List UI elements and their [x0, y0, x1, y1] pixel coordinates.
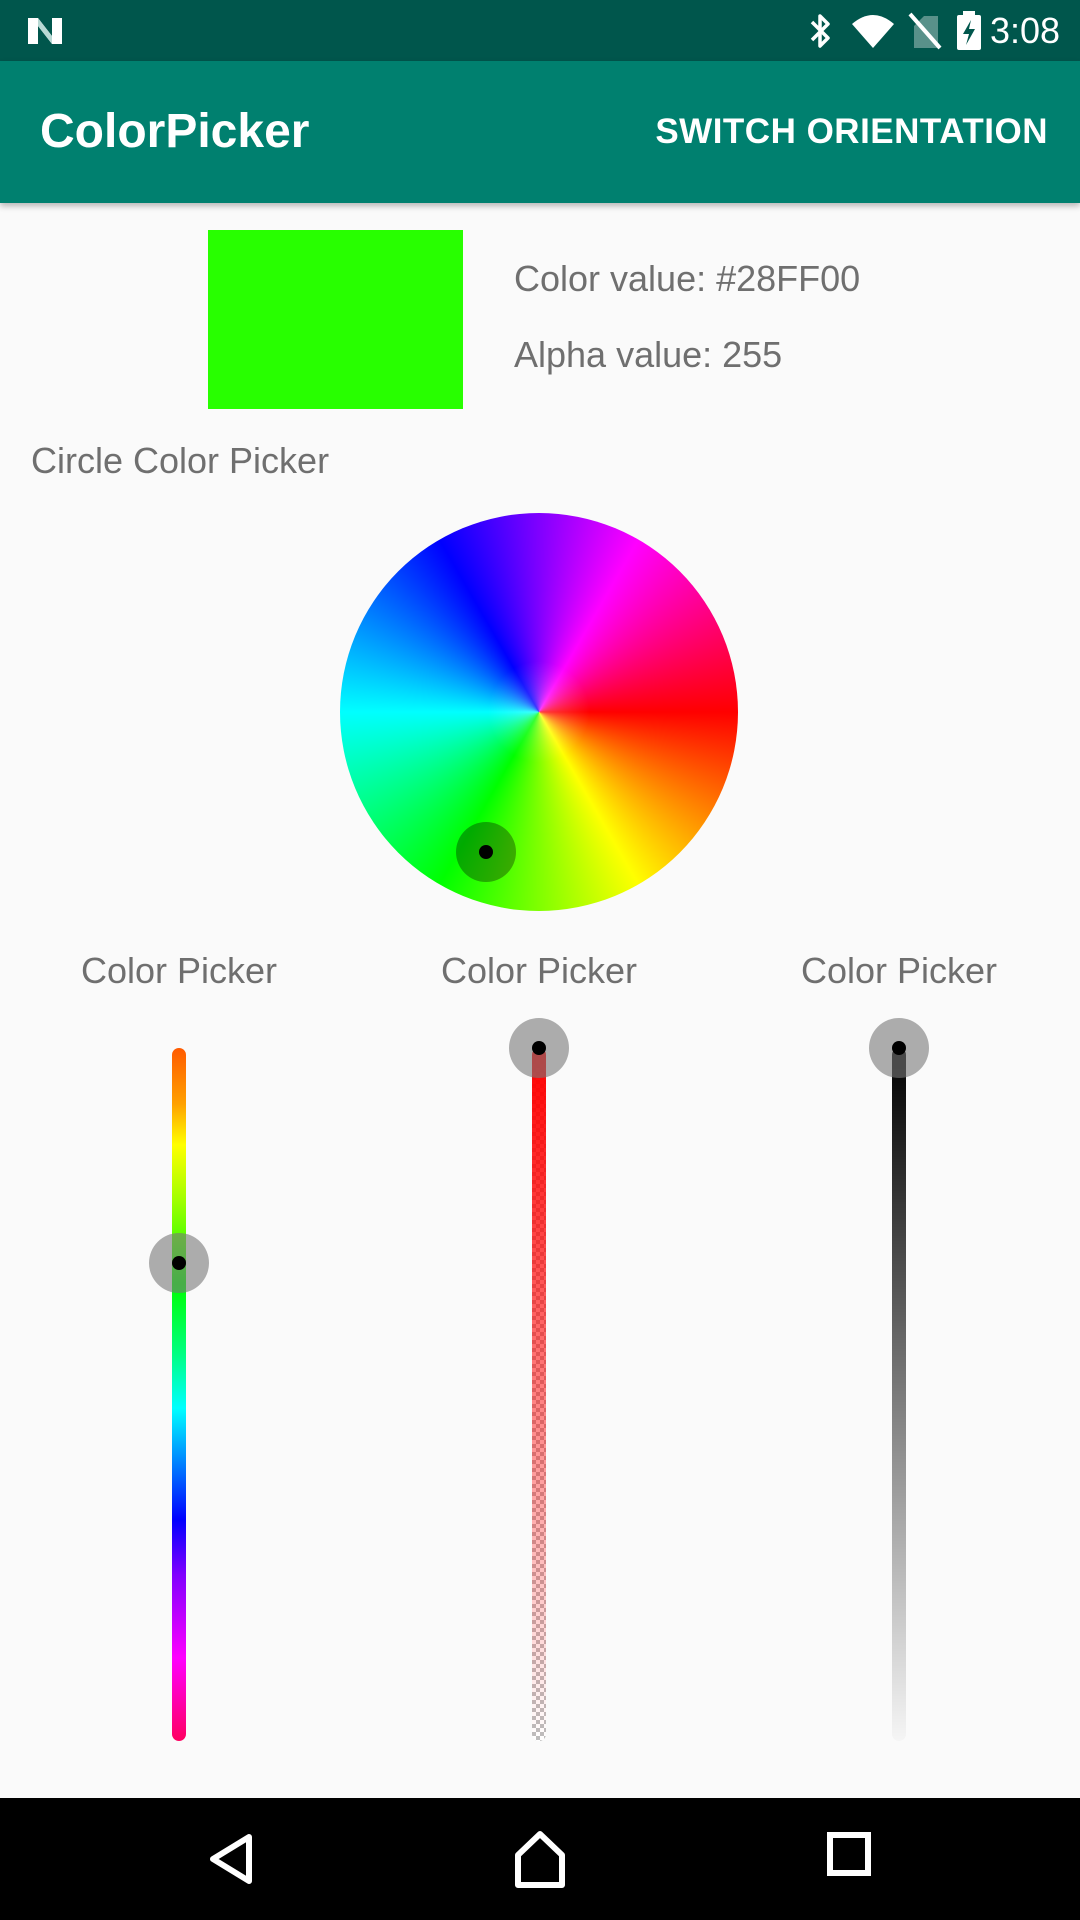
hue-slider-title: Color Picker — [80, 950, 278, 991]
hue-slider-thumb[interactable] — [149, 1232, 209, 1293]
screen: 3:08 ColorPicker SWITCH ORIENTATION Colo… — [0, 0, 1080, 1920]
wheel-center-fade — [340, 513, 738, 911]
circle-picker-title: Circle Color Picker — [31, 440, 330, 481]
navigation-bar — [0, 1798, 1080, 1920]
alpha-value-label: Alpha value: 255 — [514, 334, 783, 375]
n-logo-icon — [28, 18, 62, 44]
alpha-slider-title: Color Picker — [440, 950, 638, 991]
status-clock: 3:08 — [990, 10, 1061, 51]
brightness-slider-title: Color Picker — [800, 950, 998, 991]
alpha-thumb-dot — [532, 1041, 546, 1055]
battery-charging-icon — [957, 11, 981, 50]
hue-slider-track[interactable] — [172, 1048, 186, 1741]
app-title: ColorPicker — [40, 105, 310, 158]
recents-icon[interactable] — [825, 1829, 875, 1879]
color-value-label: Color value: #28FF00 — [514, 258, 861, 299]
circle-thumb-dot — [479, 845, 493, 859]
switch-orientation-button[interactable]: SWITCH ORIENTATION — [655, 61, 1048, 203]
alpha-slider-track[interactable] — [532, 1048, 546, 1741]
home-icon[interactable] — [510, 1829, 570, 1889]
back-icon[interactable] — [205, 1829, 259, 1889]
circle-color-wheel[interactable] — [340, 513, 738, 911]
circle-picker-thumb[interactable] — [456, 822, 516, 882]
hue-thumb-dot — [172, 1255, 186, 1270]
brightness-thumb-dot — [892, 1041, 906, 1055]
brightness-slider-track[interactable] — [892, 1048, 906, 1741]
brightness-slider-thumb[interactable] — [869, 1018, 929, 1078]
no-signal-icon — [908, 12, 942, 50]
app-bar: ColorPicker SWITCH ORIENTATION — [0, 61, 1080, 203]
bluetooth-icon — [810, 14, 830, 48]
status-bar: 3:08 — [0, 0, 1080, 61]
alpha-slider-thumb[interactable] — [509, 1018, 569, 1078]
wifi-icon — [852, 15, 894, 48]
color-preview-swatch — [208, 230, 463, 409]
